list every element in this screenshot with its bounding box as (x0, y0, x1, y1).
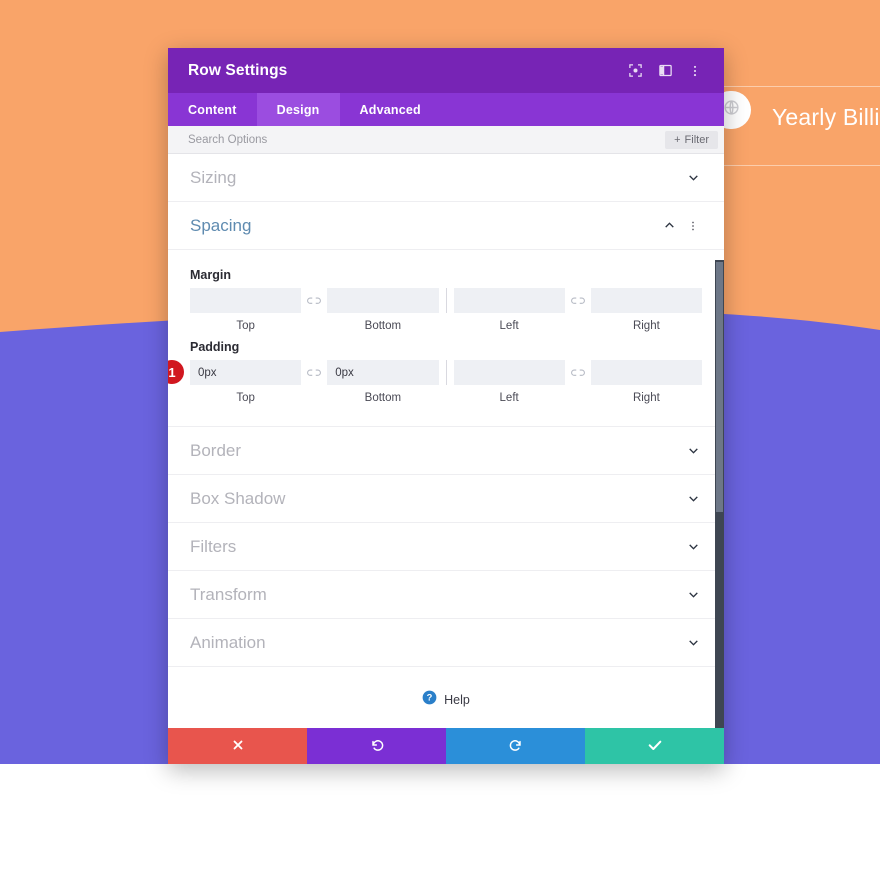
vertical-dots-icon[interactable] (680, 56, 710, 86)
margin-top-label: Top (236, 320, 255, 332)
search-options-row: + Filter (168, 126, 724, 154)
padding-bottom-label: Bottom (364, 392, 402, 404)
help-label: Help (444, 692, 470, 707)
tab-content[interactable]: Content (168, 93, 257, 126)
margin-left-cell: Left (453, 288, 565, 332)
padding-left-input[interactable] (453, 360, 565, 385)
undo-arrow-icon (369, 737, 385, 756)
svg-text:?: ? (427, 692, 433, 702)
section-header-spacing[interactable]: Spacing (168, 202, 724, 250)
section-title-spacing: Spacing (190, 215, 252, 235)
cancel-button[interactable] (168, 728, 307, 764)
padding-quad-row: 1 Top Bottom (168, 360, 702, 404)
chevron-down-icon[interactable] (684, 171, 702, 184)
chevron-down-icon[interactable] (684, 444, 702, 457)
globe-icon (723, 99, 740, 121)
layout-columns-icon[interactable] (650, 56, 680, 86)
chevron-down-icon[interactable] (684, 636, 702, 649)
margin-right-input[interactable] (590, 288, 702, 313)
padding-vertical-group: Top Bottom (190, 360, 439, 404)
padding-left-label: Left (499, 392, 519, 404)
plus-icon: + (674, 133, 681, 146)
margin-quad-row: Top Bottom Left Right (190, 288, 702, 332)
padding-top-input[interactable] (190, 360, 302, 385)
padding-label: Padding (190, 340, 240, 354)
modal-tabs: Content Design Advanced (168, 93, 724, 126)
margin-bottom-label: Bottom (364, 320, 402, 332)
focus-icon[interactable] (620, 56, 650, 86)
link-icon[interactable] (565, 288, 591, 313)
padding-right-cell: Right (590, 360, 702, 404)
margin-left-input[interactable] (453, 288, 565, 313)
section-title-border: Border (190, 440, 242, 460)
padding-right-label: Right (632, 392, 660, 404)
section-title-transform: Transform (190, 584, 267, 604)
status-badge: 1 (168, 360, 184, 384)
chevron-up-icon[interactable] (660, 219, 678, 232)
section-header-box-shadow[interactable]: Box Shadow (168, 475, 724, 523)
spacing-section-body: Margin Top Bottom Left Right Padding 1 0… (168, 250, 724, 427)
close-x-icon (231, 738, 245, 755)
margin-right-cell: Right (590, 288, 702, 332)
margin-right-label: Right (632, 320, 660, 332)
padding-right-input[interactable] (590, 360, 702, 385)
filter-button[interactable]: + Filter (665, 130, 718, 149)
chevron-down-icon[interactable] (684, 492, 702, 505)
modal-footer (168, 728, 724, 764)
padding-left-cell: Left (453, 360, 565, 404)
modal-titlebar: Row Settings (168, 48, 724, 93)
undo-button[interactable] (307, 728, 446, 764)
page-title: Row Settings (188, 61, 288, 79)
section-options-dots-icon[interactable] (684, 220, 702, 232)
section-header-sizing[interactable]: Sizing (168, 154, 724, 202)
margin-bottom-cell: Bottom (327, 288, 439, 332)
chevron-down-icon[interactable] (684, 588, 702, 601)
link-icon[interactable] (301, 360, 327, 385)
chevron-down-icon[interactable] (684, 540, 702, 553)
filter-button-label: Filter (684, 133, 709, 146)
tab-advanced[interactable]: Advanced (340, 93, 441, 126)
margin-horizontal-group: Left Right (453, 288, 702, 332)
link-icon[interactable] (301, 288, 327, 313)
save-button[interactable] (585, 728, 724, 764)
padding-bottom-input[interactable] (327, 360, 439, 385)
search-input[interactable] (188, 133, 666, 146)
section-title-sizing: Sizing (190, 167, 237, 187)
modal-body: Sizing Spacing Margin Top Bottom Left Ri… (168, 154, 724, 728)
section-header-transform[interactable]: Transform (168, 571, 724, 619)
section-header-filters[interactable]: Filters (168, 523, 724, 571)
margin-top-input[interactable] (190, 288, 302, 313)
redo-button[interactable] (446, 728, 585, 764)
question-circle-icon: ? (422, 690, 437, 710)
link-icon[interactable] (565, 360, 591, 385)
section-title-filters: Filters (190, 536, 237, 556)
margin-vertical-group: Top Bottom (190, 288, 439, 332)
padding-top-cell: Top (190, 360, 302, 404)
section-header-animation[interactable]: Animation (168, 619, 724, 667)
redo-arrow-icon (508, 737, 524, 756)
checkmark-icon (647, 737, 663, 756)
yearly-billing-label: Yearly Billing (772, 104, 880, 130)
padding-top-label: Top (236, 392, 255, 404)
padding-horizontal-group: Left Right (453, 360, 702, 404)
row-settings-modal: Row Settings Content Design Advanced Sea… (168, 48, 724, 764)
margin-left-label: Left (499, 320, 519, 332)
tab-design[interactable]: Design (256, 93, 340, 126)
section-header-border[interactable]: Border (168, 427, 724, 475)
help-row[interactable]: ? Help (168, 667, 724, 728)
margin-top-cell: Top (190, 288, 302, 332)
margin-label: Margin (190, 268, 231, 282)
padding-separator (445, 360, 447, 385)
margin-bottom-input[interactable] (327, 288, 439, 313)
section-title-box-shadow: Box Shadow (190, 488, 286, 508)
margin-separator (445, 288, 447, 313)
padding-bottom-cell: Bottom (327, 360, 439, 404)
section-title-animation: Animation (190, 632, 266, 652)
